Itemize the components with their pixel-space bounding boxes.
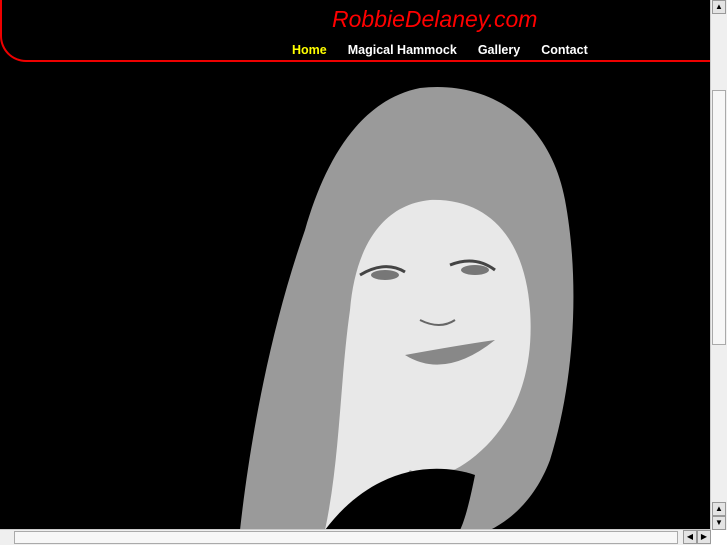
nav-home[interactable]: Home — [292, 43, 327, 57]
vertical-scroll-thumb[interactable] — [712, 90, 726, 345]
nav-magical-hammock[interactable]: Magical Hammock — [348, 43, 457, 57]
scroll-left-button[interactable]: ◀ — [683, 530, 697, 544]
scroll-right-button[interactable]: ▶ — [697, 530, 711, 544]
scrollbar-corner — [711, 530, 727, 545]
horizontal-scroll-thumb[interactable] — [14, 531, 678, 544]
scroll-down-button[interactable]: ▼ — [712, 516, 726, 530]
scroll-up-button-lower[interactable]: ▲ — [712, 502, 726, 516]
site-title[interactable]: RobbieDelaney.com — [332, 6, 537, 33]
pencil-portrait-image — [240, 86, 574, 530]
site-header: RobbieDelaney.com Home Magical Hammock G… — [0, 0, 711, 62]
main-nav: Home Magical Hammock Gallery Contact — [292, 43, 588, 57]
scroll-up-button[interactable]: ▲ — [712, 0, 726, 14]
horizontal-scrollbar[interactable]: ◀ ▶ — [0, 529, 711, 545]
vertical-scrollbar[interactable]: ▲ ▲ ▼ — [710, 0, 727, 530]
nav-contact[interactable]: Contact — [541, 43, 588, 57]
nav-gallery[interactable]: Gallery — [478, 43, 520, 57]
